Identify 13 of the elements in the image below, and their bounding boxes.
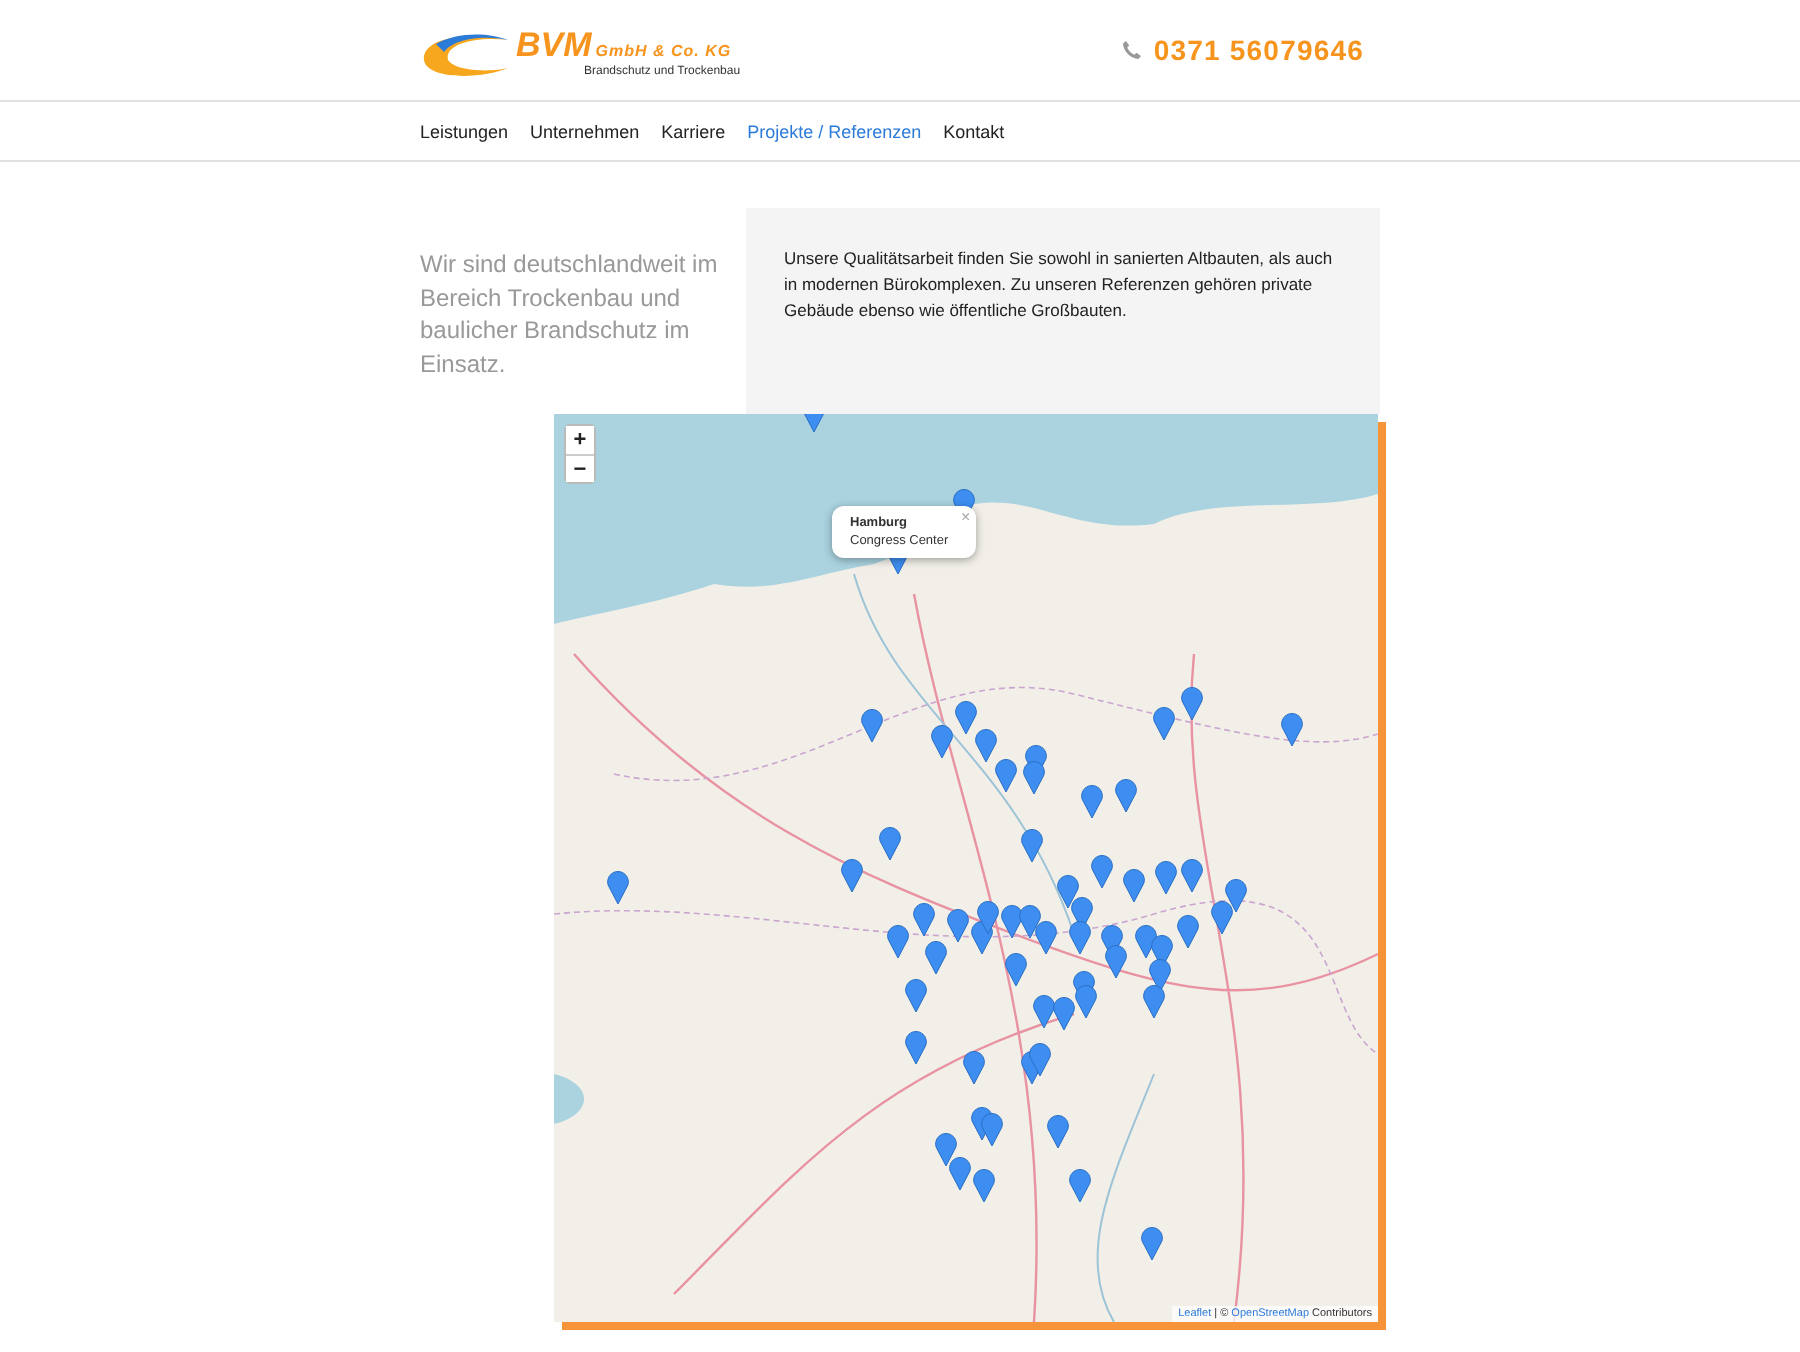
phone-number: 0371 56079646 [1153, 34, 1364, 66]
nav-link[interactable]: Unternehmen [530, 121, 640, 141]
nav-link[interactable]: Leistungen [420, 121, 509, 141]
intro-lead-text: Wir sind deutschlandweit im Bereich Trockenbau und baulicher Brandschutz im Einsatz. [420, 248, 720, 381]
zoom-out-button[interactable]: − [566, 454, 594, 482]
nav-link[interactable]: Kontakt [943, 121, 1005, 141]
intro-text-panel: Unsere Qualitätsarbeit finden Sie sowohl in sanierten Altbauten, als auch in modernen Bürokomplexen. Zu unseren Referenzen gehören private Gebäude ebenso wie öffentliche Großbauten. [746, 208, 1380, 414]
swoosh-logo-icon [420, 28, 512, 76]
logo-suffix: GmbH & Co. KG [595, 42, 732, 60]
nav-link[interactable]: Projekte / Referenzen [747, 121, 922, 141]
nav-link[interactable]: Karriere [661, 121, 726, 141]
phone-icon [1121, 40, 1142, 60]
logo-name: BVM [516, 26, 592, 65]
